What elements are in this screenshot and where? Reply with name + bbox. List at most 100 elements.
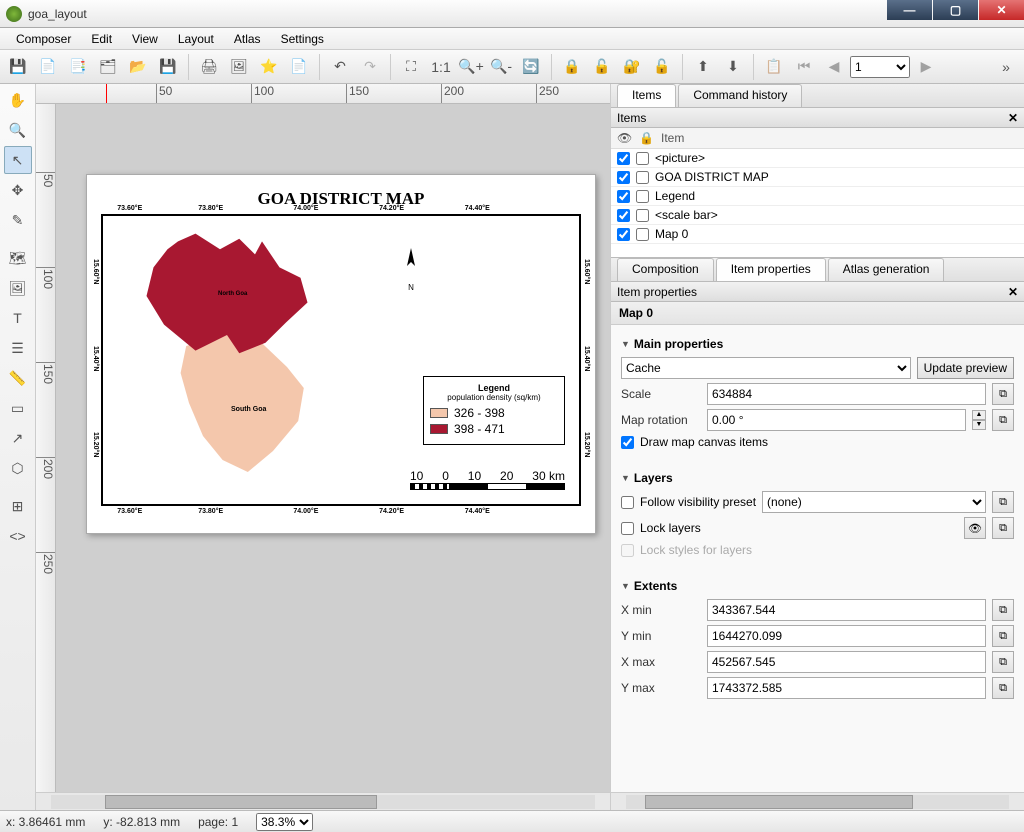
lock-checkbox[interactable]: [636, 171, 649, 184]
select-tool-button[interactable]: ↖: [4, 146, 32, 174]
save-button[interactable]: 💾: [4, 53, 32, 81]
lock-checkbox[interactable]: [636, 209, 649, 222]
visibility-checkbox[interactable]: [617, 152, 630, 165]
tab-items[interactable]: Items: [617, 84, 676, 107]
next-page-button[interactable]: ▶: [912, 53, 940, 81]
window-close-button[interactable]: ✕: [979, 0, 1024, 20]
move-content-tool-button[interactable]: ✥: [4, 176, 32, 204]
rotation-input[interactable]: [707, 409, 966, 431]
data-defined-button[interactable]: ⧉: [992, 517, 1014, 539]
add-shape-button[interactable]: ▭: [4, 394, 32, 422]
prev-page-button[interactable]: ◀: [820, 53, 848, 81]
print-button[interactable]: 🖨: [195, 53, 223, 81]
lock-checkbox[interactable]: [636, 152, 649, 165]
add-label-button[interactable]: T: [4, 304, 32, 332]
export-svg-button[interactable]: ⭐: [255, 53, 283, 81]
unlock-button[interactable]: 🔓: [588, 53, 616, 81]
tab-atlas-generation[interactable]: Atlas generation: [828, 258, 945, 281]
main-properties-heading[interactable]: Main properties: [621, 337, 1014, 351]
list-item[interactable]: Legend: [611, 187, 1024, 206]
data-defined-button[interactable]: ⧉: [992, 409, 1014, 431]
export-image-button[interactable]: 🖼: [225, 53, 253, 81]
visibility-checkbox[interactable]: [617, 171, 630, 184]
add-scalebar-button[interactable]: 📏: [4, 364, 32, 392]
lock-selected-button[interactable]: 🔒: [558, 53, 586, 81]
ymin-input[interactable]: [707, 625, 986, 647]
redo-button[interactable]: ↷: [356, 53, 384, 81]
zoom-full-button[interactable]: ⛶: [397, 53, 425, 81]
menu-edit[interactable]: Edit: [81, 30, 122, 48]
ymax-input[interactable]: [707, 677, 986, 699]
add-map-button[interactable]: 🗺: [4, 244, 32, 272]
tab-item-properties[interactable]: Item properties: [716, 258, 826, 281]
zoom-select[interactable]: 38.3%: [256, 813, 313, 831]
close-icon[interactable]: ✕: [1008, 285, 1018, 299]
lock-checkbox[interactable]: [636, 228, 649, 241]
spin-up-button[interactable]: ▲: [972, 410, 986, 420]
preset-select[interactable]: (none): [762, 491, 986, 513]
save-template-button[interactable]: 💾: [154, 53, 182, 81]
follow-preset-checkbox[interactable]: [621, 496, 634, 509]
preset-eye-button[interactable]: 👁: [964, 517, 986, 539]
add-legend-button[interactable]: ☰: [4, 334, 32, 362]
add-nodes-button[interactable]: ⬡: [4, 454, 32, 482]
scale-bar[interactable]: 10 0 10 20 30 km: [410, 469, 565, 490]
zoom-tool-button[interactable]: 🔍: [4, 116, 32, 144]
layers-heading[interactable]: Layers: [621, 471, 1014, 485]
add-table-button[interactable]: ⊞: [4, 492, 32, 520]
undo-button[interactable]: ↶: [326, 53, 354, 81]
refresh-button[interactable]: 🔄: [517, 53, 545, 81]
update-preview-button[interactable]: Update preview: [917, 357, 1014, 379]
list-item[interactable]: <scale bar>: [611, 206, 1024, 225]
horizontal-scrollbar[interactable]: [36, 792, 610, 810]
add-arrow-button[interactable]: ↗: [4, 424, 32, 452]
window-minimize-button[interactable]: —: [887, 0, 932, 20]
legend-box[interactable]: Legend population density (sq/km) 326 - …: [423, 376, 565, 445]
pan-tool-button[interactable]: ✋: [4, 86, 32, 114]
export-pdf-button[interactable]: 📄: [285, 53, 313, 81]
manager-button[interactable]: 🗂: [94, 53, 122, 81]
visibility-checkbox[interactable]: [617, 228, 630, 241]
data-defined-button[interactable]: ⧉: [992, 651, 1014, 673]
layout-page[interactable]: GOA DISTRICT MAP 73.60°E 73.80°E 74.00°E…: [86, 174, 596, 534]
cache-select[interactable]: Cache: [621, 357, 911, 379]
new-composer-button[interactable]: 📄: [34, 53, 62, 81]
data-defined-button[interactable]: ⧉: [992, 625, 1014, 647]
lock-checkbox[interactable]: [636, 190, 649, 203]
draw-canvas-checkbox[interactable]: [621, 436, 634, 449]
raise-button[interactable]: ⬆: [689, 53, 717, 81]
zoom-actual-button[interactable]: 1:1: [427, 53, 455, 81]
visibility-checkbox[interactable]: [617, 190, 630, 203]
data-defined-button[interactable]: ⧉: [992, 383, 1014, 405]
tab-command-history[interactable]: Command history: [678, 84, 802, 107]
toolbar-overflow-button[interactable]: »: [992, 53, 1020, 81]
canvas-viewport[interactable]: GOA DISTRICT MAP 73.60°E 73.80°E 74.00°E…: [56, 104, 610, 792]
atlas-toggle-button[interactable]: 📋: [760, 53, 788, 81]
first-page-button[interactable]: ⏮: [790, 53, 818, 81]
add-html-button[interactable]: <>: [4, 522, 32, 550]
close-icon[interactable]: ✕: [1008, 111, 1018, 125]
data-defined-button[interactable]: ⧉: [992, 491, 1014, 513]
list-item[interactable]: GOA DISTRICT MAP: [611, 168, 1024, 187]
edit-nodes-tool-button[interactable]: ✎: [4, 206, 32, 234]
lower-button[interactable]: ⬇: [719, 53, 747, 81]
menu-atlas[interactable]: Atlas: [224, 30, 271, 48]
data-defined-button[interactable]: ⧉: [992, 599, 1014, 621]
menu-settings[interactable]: Settings: [271, 30, 334, 48]
add-image-button[interactable]: 🖼: [4, 274, 32, 302]
scale-input[interactable]: [707, 383, 986, 405]
tab-composition[interactable]: Composition: [617, 258, 714, 281]
window-maximize-button[interactable]: ▢: [933, 0, 978, 20]
extents-heading[interactable]: Extents: [621, 579, 1014, 593]
duplicate-button[interactable]: 📑: [64, 53, 92, 81]
unlock-all-button[interactable]: 🔓: [648, 53, 676, 81]
lock-all-button[interactable]: 🔐: [618, 53, 646, 81]
menu-composer[interactable]: Composer: [6, 30, 81, 48]
map-frame[interactable]: 73.60°E 73.80°E 74.00°E 74.20°E 74.40°E …: [101, 214, 581, 506]
xmax-input[interactable]: [707, 651, 986, 673]
list-item[interactable]: <picture>: [611, 149, 1024, 168]
page-selector[interactable]: 1: [850, 56, 910, 78]
menu-layout[interactable]: Layout: [168, 30, 224, 48]
zoom-in-button[interactable]: 🔍+: [457, 53, 485, 81]
visibility-checkbox[interactable]: [617, 209, 630, 222]
